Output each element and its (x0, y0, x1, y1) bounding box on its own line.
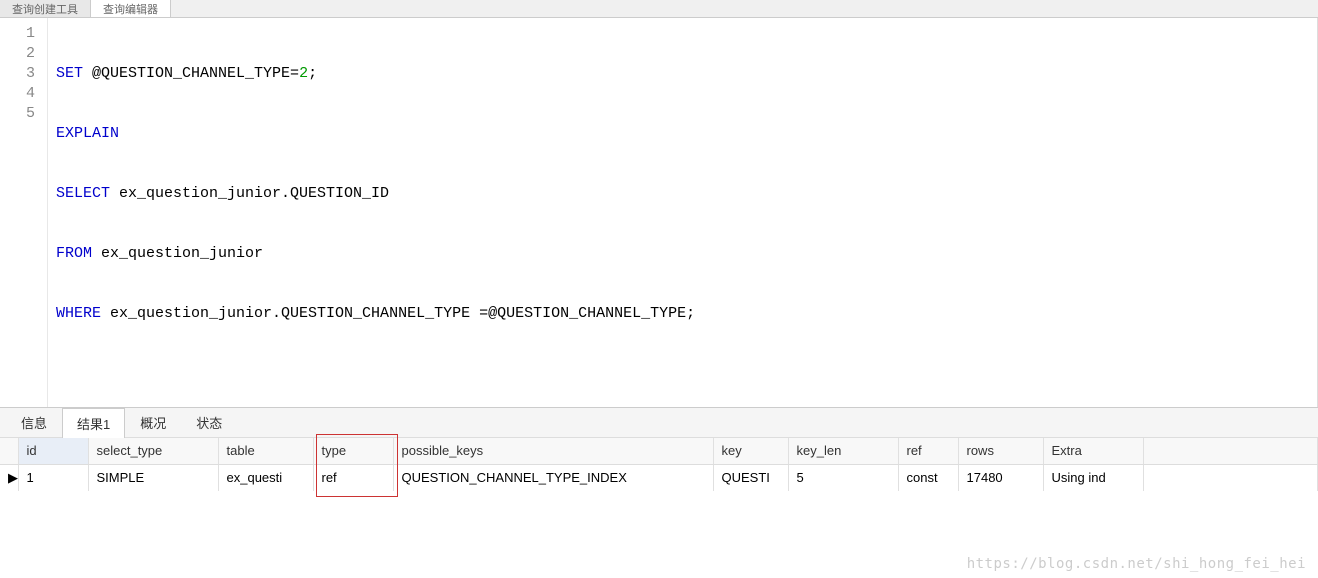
top-tabs: 查询创建工具 查询编辑器 (0, 0, 1318, 18)
tab-info[interactable]: 信息 (6, 407, 62, 437)
code-line-1: SET @QUESTION_CHANNEL_TYPE=2; (56, 64, 1309, 84)
line-number: 2 (0, 44, 35, 64)
col-header-id[interactable]: id (18, 438, 88, 464)
table-row[interactable]: ▶ 1 SIMPLE ex_questi ref QUESTION_CHANNE… (0, 464, 1318, 491)
results-table: id select_type table type possible_keys … (0, 438, 1318, 491)
line-number: 4 (0, 84, 35, 104)
cell-possible-keys: QUESTION_CHANNEL_TYPE_INDEX (393, 464, 713, 491)
row-pointer-icon: ▶ (0, 464, 18, 491)
code-line-2: EXPLAIN (56, 124, 1309, 144)
col-header-possible-keys[interactable]: possible_keys (393, 438, 713, 464)
line-number: 1 (0, 24, 35, 44)
header-row: id select_type table type possible_keys … (0, 438, 1318, 464)
cell-empty (1143, 464, 1318, 491)
cell-select-type: SIMPLE (88, 464, 218, 491)
col-header-rows[interactable]: rows (958, 438, 1043, 464)
cell-key-len: 5 (788, 464, 898, 491)
cell-ref: const (898, 464, 958, 491)
line-gutter: 1 2 3 4 5 (0, 18, 48, 407)
tab-query-editor[interactable]: 查询编辑器 (91, 0, 171, 17)
cell-id: 1 (18, 464, 88, 491)
line-number: 5 (0, 104, 35, 124)
row-selector-header (0, 438, 18, 464)
tab-query-builder[interactable]: 查询创建工具 (0, 0, 91, 17)
cell-table: ex_questi (218, 464, 313, 491)
tab-profile[interactable]: 概况 (125, 407, 181, 437)
results-panel: id select_type table type possible_keys … (0, 438, 1318, 491)
col-header-extra[interactable]: Extra (1043, 438, 1143, 464)
code-line-3: SELECT ex_question_junior.QUESTION_ID (56, 184, 1309, 204)
tab-status[interactable]: 状态 (181, 407, 237, 437)
tab-result1[interactable]: 结果1 (62, 408, 125, 438)
code-content[interactable]: SET @QUESTION_CHANNEL_TYPE=2; EXPLAIN SE… (48, 18, 1318, 407)
code-line-4: FROM ex_question_junior (56, 244, 1309, 264)
watermark-text: https://blog.csdn.net/shi_hong_fei_hei (967, 556, 1306, 572)
col-header-select-type[interactable]: select_type (88, 438, 218, 464)
cell-key: QUESTI (713, 464, 788, 491)
cell-type: ref (313, 464, 393, 491)
col-header-type[interactable]: type (313, 438, 393, 464)
sql-editor[interactable]: 1 2 3 4 5 SET @QUESTION_CHANNEL_TYPE=2; … (0, 18, 1318, 408)
code-line-5: WHERE ex_question_junior.QUESTION_CHANNE… (56, 304, 1309, 324)
col-header-table[interactable]: table (218, 438, 313, 464)
cell-rows: 17480 (958, 464, 1043, 491)
result-tabs: 信息 结果1 概况 状态 (0, 408, 1318, 438)
col-header-key[interactable]: key (713, 438, 788, 464)
line-number: 3 (0, 64, 35, 84)
cell-extra: Using ind (1043, 464, 1143, 491)
col-header-empty (1143, 438, 1318, 464)
col-header-key-len[interactable]: key_len (788, 438, 898, 464)
col-header-ref[interactable]: ref (898, 438, 958, 464)
